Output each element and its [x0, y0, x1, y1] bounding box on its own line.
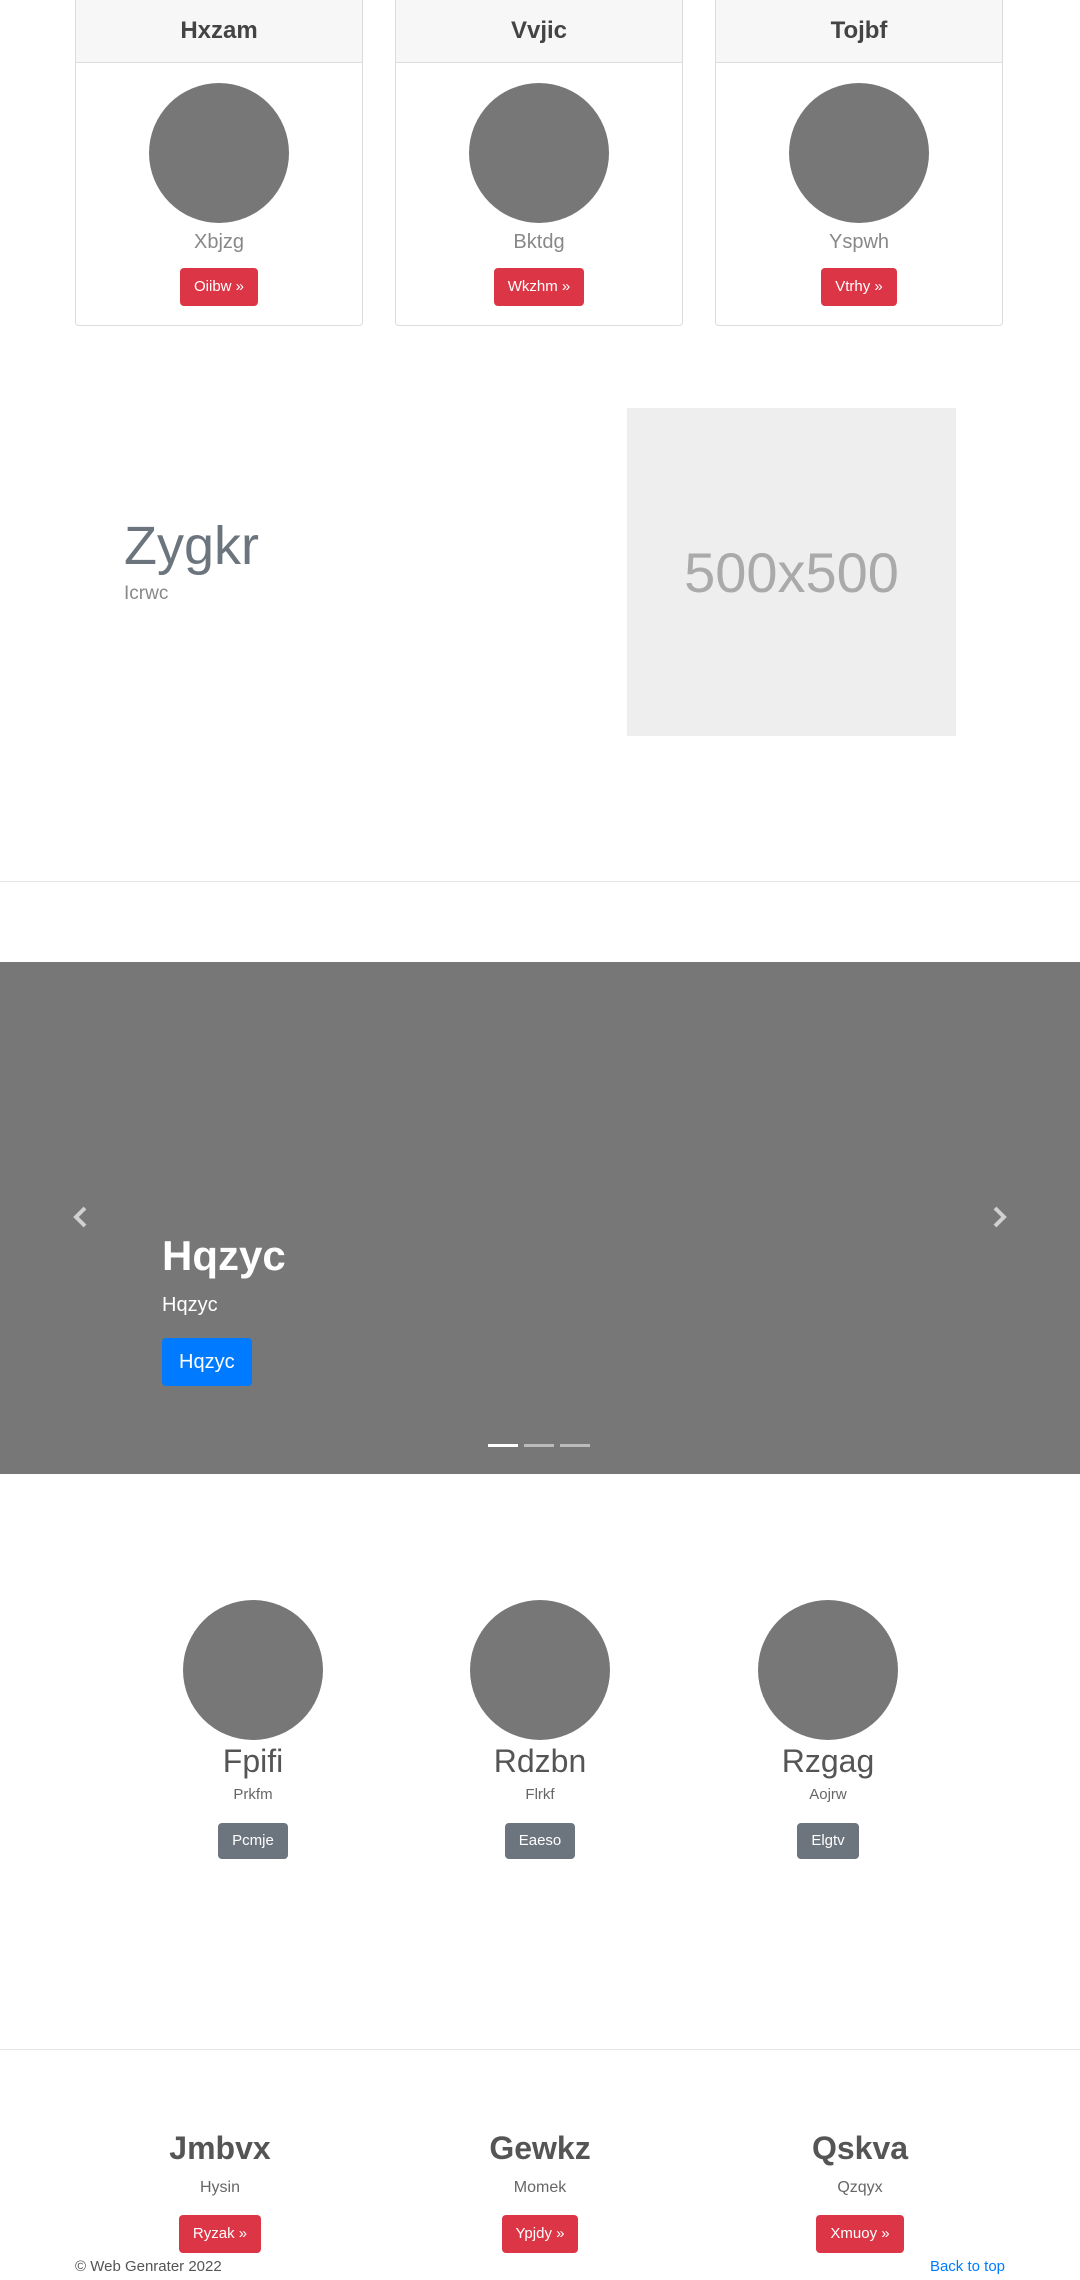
divider — [0, 2049, 1080, 2050]
card-button[interactable]: Vtrhy » — [821, 268, 897, 306]
avatar — [149, 83, 289, 223]
person-button[interactable]: Eaeso — [504, 1823, 576, 1859]
footer-feature-subtitle: Momek — [513, 2179, 567, 2196]
footer-feature-title: Gewkz — [489, 2130, 591, 2166]
card-subtitle: Yspwh — [828, 231, 890, 253]
card: Vvjic Bktdg Wkzhm » — [395, 0, 683, 326]
person-name: Fpifi — [222, 1743, 284, 1779]
chevron-left-icon[interactable] — [66, 1202, 96, 1232]
footer-feature-subtitle: Hysin — [199, 2179, 240, 2196]
person-button[interactable]: Pcmje — [218, 1823, 288, 1859]
avatar — [758, 1600, 898, 1740]
carousel-indicator[interactable] — [488, 1444, 518, 1447]
avatar — [469, 83, 609, 223]
carousel: Hqzyc Hqzyc Hqzyc — [0, 962, 1080, 1474]
card-subtitle: Bktdg — [513, 231, 565, 253]
footer-feature-button[interactable]: Ryzak » — [178, 2215, 262, 2253]
footer-feature: Jmbvx Hysin Ryzak » — [100, 2130, 340, 2253]
person-button[interactable]: Elgtv — [797, 1823, 859, 1859]
carousel-subtitle: Hqzyc — [162, 1294, 218, 1316]
card-subtitle: Xbjzg — [193, 231, 245, 253]
person-subtitle: Flrkf — [525, 1786, 555, 1803]
carousel-indicators — [488, 1444, 590, 1447]
chevron-right-icon[interactable] — [984, 1202, 1014, 1232]
card-button[interactable]: Wkzhm » — [493, 268, 585, 306]
footer-feature-title: Qskva — [811, 2130, 909, 2166]
footer-feature-subtitle: Qzqyx — [837, 2179, 883, 2196]
person-card: Rdzbn Flrkf Eaeso — [420, 1600, 660, 1859]
person-name: Rzgag — [781, 1743, 875, 1779]
person-subtitle: Aojrw — [809, 1786, 847, 1803]
person-card: Rzgag Aojrw Elgtv — [708, 1600, 948, 1859]
card: Hxzam Xbjzg Oiibw » — [75, 0, 363, 326]
card-row: Hxzam Xbjzg Oiibw » Vvjic Bktdg Wkzhm » … — [0, 0, 1080, 330]
avatar — [470, 1600, 610, 1740]
placeholder-image-label: 500x500 — [684, 540, 899, 604]
card-title: Vvjic — [396, 0, 682, 63]
back-to-top-link[interactable]: Back to top — [930, 2258, 1005, 2275]
person-subtitle: Prkfm — [233, 1786, 273, 1803]
carousel-title: Hqzyc — [162, 1232, 286, 1279]
copyright-text: © Web Genrater 2022 — [75, 2258, 222, 2275]
carousel-button[interactable]: Hqzyc — [162, 1338, 252, 1386]
footer-feature: Gewkz Momek Ypjdy » — [420, 2130, 660, 2253]
person-card: Fpifi Prkfm Pcmje — [133, 1600, 373, 1859]
avatar — [183, 1600, 323, 1740]
carousel-indicator[interactable] — [560, 1444, 590, 1447]
card-title: Tojbf — [716, 0, 1002, 63]
divider — [0, 881, 1080, 882]
card-button[interactable]: Oiibw » — [179, 268, 259, 306]
avatar — [789, 83, 929, 223]
footer-feature-button[interactable]: Ypjdy » — [501, 2215, 579, 2253]
footer-feature: Qskva Qzqyx Xmuoy » — [740, 2130, 980, 2253]
card-title: Hxzam — [76, 0, 362, 63]
footer-feature-title: Jmbvx — [169, 2130, 271, 2166]
footer-feature-button[interactable]: Xmuoy » — [816, 2215, 904, 2253]
card: Tojbf Yspwh Vtrhy » — [715, 0, 1003, 326]
carousel-indicator[interactable] — [524, 1444, 554, 1447]
person-name: Rdzbn — [493, 1743, 587, 1779]
placeholder-image: 500x500 — [627, 408, 956, 736]
feature-heading: Zygkr — [124, 516, 259, 576]
feature-subheading: Icrwc — [124, 583, 169, 604]
